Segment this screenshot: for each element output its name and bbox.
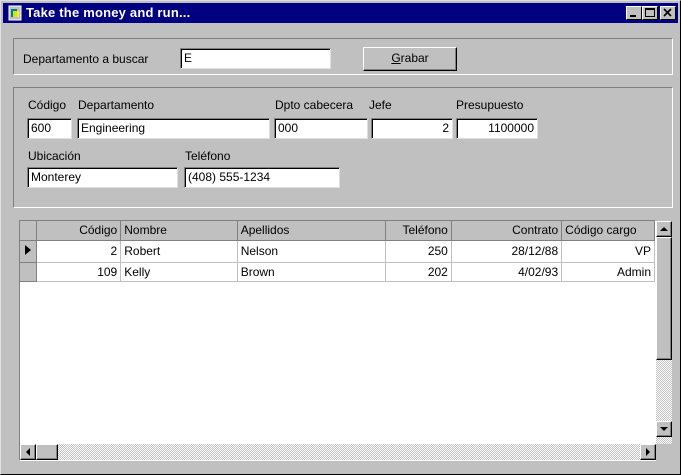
cell-codigo[interactable]: 2 bbox=[36, 240, 122, 263]
table-row[interactable]: 109 Kelly Brown 202 4/02/93 Admin bbox=[20, 262, 655, 282]
scroll-down-button[interactable] bbox=[656, 421, 672, 437]
presupuesto-label: Presupuesto bbox=[456, 98, 524, 112]
table-row[interactable]: 2 Robert Nelson 250 28/12/88 VP bbox=[20, 240, 655, 263]
scroll-down-icon bbox=[660, 427, 668, 431]
cell-codigo-cargo[interactable]: VP bbox=[561, 240, 655, 263]
departamento-label: Departamento bbox=[78, 98, 155, 112]
horizontal-scroll-thumb[interactable] bbox=[36, 444, 58, 460]
main-window: Take the money and run... Departamento a… bbox=[0, 0, 681, 475]
column-header-codigo-cargo[interactable]: Código cargo bbox=[561, 221, 655, 241]
jefe-field[interactable]: 2 bbox=[371, 118, 453, 139]
cabecera-field[interactable]: 000 bbox=[274, 118, 368, 139]
departamento-field[interactable]: Engineering bbox=[77, 118, 270, 139]
maximize-icon bbox=[645, 8, 655, 17]
cell-contrato[interactable]: 28/12/88 bbox=[451, 240, 563, 263]
save-button[interactable]: Grabar bbox=[363, 47, 457, 71]
minimize-button[interactable] bbox=[626, 6, 642, 20]
scroll-up-button[interactable] bbox=[656, 221, 672, 237]
telefono-label: Teléfono bbox=[185, 149, 231, 163]
close-icon bbox=[663, 8, 672, 17]
ubicacion-label: Ubicación bbox=[28, 149, 81, 163]
jefe-label: Jefe bbox=[369, 98, 392, 112]
employee-grid[interactable]: Código Nombre Apellidos Teléfono Contrat… bbox=[19, 220, 656, 461]
employee-table: Código Nombre Apellidos Teléfono Contrat… bbox=[20, 221, 655, 282]
close-button[interactable] bbox=[660, 6, 676, 20]
ubicacion-field[interactable]: Monterey bbox=[27, 167, 178, 188]
title-bar[interactable]: Take the money and run... bbox=[3, 3, 678, 23]
codigo-field[interactable]: 600 bbox=[27, 118, 72, 139]
row-indicator-header bbox=[20, 221, 38, 241]
current-row-arrow-icon bbox=[25, 244, 31, 255]
scroll-up-icon bbox=[660, 227, 668, 231]
cell-nombre[interactable]: Kelly bbox=[120, 262, 238, 282]
maximize-button[interactable] bbox=[642, 6, 658, 20]
codigo-label: Código bbox=[28, 98, 67, 112]
scroll-right-button[interactable] bbox=[640, 444, 656, 460]
column-header-apellidos[interactable]: Apellidos bbox=[237, 221, 386, 241]
scroll-left-icon bbox=[26, 448, 30, 456]
scroll-left-button[interactable] bbox=[20, 444, 36, 460]
save-button-label: rabar bbox=[400, 51, 429, 65]
grid-header-row: Código Nombre Apellidos Teléfono Contrat… bbox=[20, 221, 655, 241]
vertical-scrollbar[interactable] bbox=[656, 221, 672, 460]
cell-telefono[interactable]: 202 bbox=[385, 262, 452, 282]
app-icon bbox=[8, 5, 22, 21]
row-indicator[interactable] bbox=[20, 240, 38, 263]
row-indicator[interactable] bbox=[20, 262, 38, 282]
presupuesto-field[interactable]: 1100000 bbox=[456, 118, 538, 139]
cell-telefono[interactable]: 250 bbox=[385, 240, 452, 263]
column-header-codigo[interactable]: Código bbox=[36, 221, 122, 241]
column-header-telefono[interactable]: Teléfono bbox=[385, 221, 452, 241]
cell-apellidos[interactable]: Nelson bbox=[237, 240, 386, 263]
window-title: Take the money and run... bbox=[26, 5, 191, 20]
vertical-scroll-thumb[interactable] bbox=[656, 237, 672, 360]
column-header-contrato[interactable]: Contrato bbox=[451, 221, 563, 241]
horizontal-scrollbar[interactable] bbox=[20, 444, 656, 460]
column-header-nombre[interactable]: Nombre bbox=[120, 221, 238, 241]
cabecera-label: Dpto cabecera bbox=[275, 98, 354, 112]
cell-codigo[interactable]: 109 bbox=[36, 262, 122, 282]
scrollbar-corner bbox=[656, 444, 672, 460]
cell-codigo-cargo[interactable]: Admin bbox=[561, 262, 655, 282]
cell-nombre[interactable]: Robert bbox=[120, 240, 238, 263]
cell-apellidos[interactable]: Brown bbox=[237, 262, 386, 282]
scroll-right-icon bbox=[646, 448, 650, 456]
cell-contrato[interactable]: 4/02/93 bbox=[451, 262, 563, 282]
search-input[interactable]: E bbox=[180, 48, 331, 69]
telefono-field[interactable]: (408) 555-1234 bbox=[184, 167, 340, 188]
search-label: Departamento a buscar bbox=[23, 52, 149, 66]
save-button-mnemonic: G bbox=[391, 51, 401, 65]
minimize-icon bbox=[630, 15, 636, 17]
